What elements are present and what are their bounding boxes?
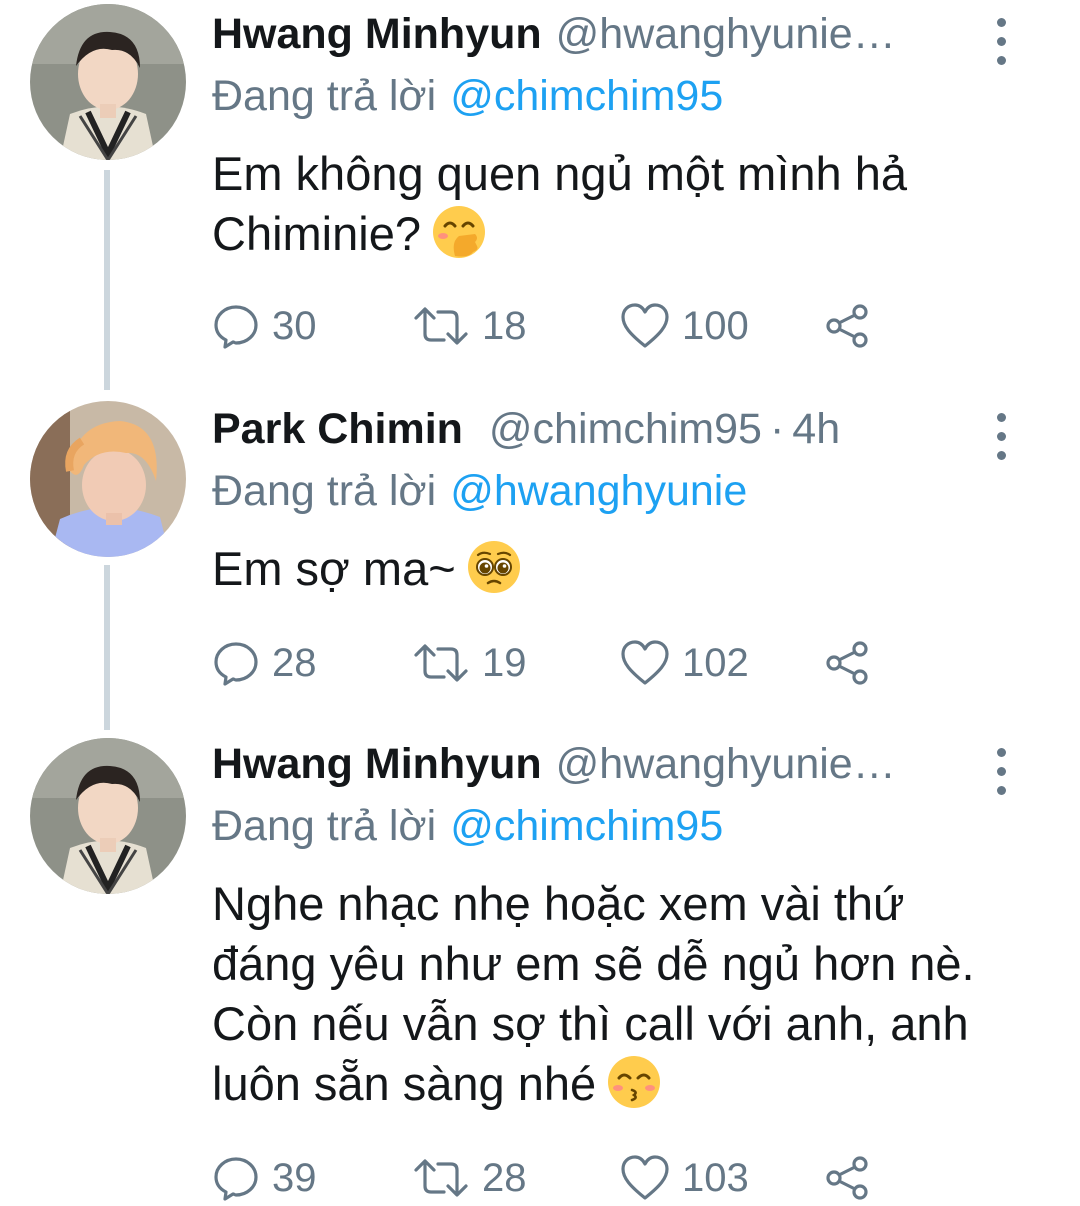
- timestamp[interactable]: 4h: [792, 405, 840, 454]
- pleading-face-emoji: [466, 539, 522, 609]
- share-button[interactable]: [824, 635, 884, 691]
- mention-link[interactable]: @chimchim95: [450, 802, 723, 850]
- tweet-text-content: Em sợ ma~: [212, 542, 456, 595]
- like-icon: [621, 303, 669, 348]
- retweet-button[interactable]: 18: [412, 298, 527, 354]
- more-options-icon[interactable]: [994, 748, 1008, 796]
- avatar[interactable]: [30, 401, 186, 557]
- tweet[interactable]: Hwang Minhyun @hwanghyunie… Đang trả lời…: [0, 730, 1080, 1201]
- like-button[interactable]: 102: [620, 635, 749, 691]
- like-button[interactable]: 100: [620, 298, 749, 354]
- retweet-button[interactable]: 19: [412, 635, 527, 691]
- tweet-actions: 30 18 100: [212, 298, 912, 354]
- display-name[interactable]: Park Chimin: [212, 405, 463, 454]
- avatar[interactable]: [30, 4, 186, 160]
- reply-icon: [214, 1157, 258, 1201]
- replying-to: Đang trả lời @hwanghyunie: [212, 467, 747, 516]
- replying-to: Đang trả lời @chimchim95: [212, 802, 723, 851]
- tweet-header: Park Chimin @chimchim95 · 4h: [212, 405, 1020, 465]
- retweet-button[interactable]: 28: [412, 1150, 527, 1206]
- separator-dot: ·: [769, 405, 785, 453]
- user-handle[interactable]: @hwanghyunie…: [556, 740, 896, 789]
- like-button[interactable]: 103: [620, 1150, 749, 1206]
- avatar[interactable]: [30, 738, 186, 894]
- tweet-text: Nghe nhạc nhẹ hoặc xem vài thứ đáng yêu …: [212, 874, 1012, 1124]
- more-options-icon[interactable]: [994, 413, 1008, 461]
- user-handle[interactable]: @chimchim95: [489, 405, 762, 454]
- tweet-actions: 28 19 102: [212, 635, 912, 691]
- like-icon: [621, 1155, 669, 1200]
- replying-label: Đang trả lời: [212, 802, 437, 850]
- tweet-header: Hwang Minhyun @hwanghyunie…: [212, 740, 1020, 800]
- like-count: 100: [682, 303, 749, 348]
- reply-icon: [214, 305, 258, 349]
- tweet-text-content: Em không quen ngủ một mình hả Chiminie?: [212, 147, 907, 260]
- share-button[interactable]: [824, 1150, 884, 1206]
- like-count: 102: [682, 640, 749, 685]
- mention-link[interactable]: @hwanghyunie: [450, 467, 747, 515]
- tweet[interactable]: Park Chimin @chimchim95 · 4h Đang trả lờ…: [0, 395, 1080, 730]
- tweet-text: Em sợ ma~: [212, 539, 1032, 609]
- replying-to: Đang trả lời @chimchim95: [212, 72, 723, 121]
- share-icon: [826, 304, 868, 348]
- reply-count: 30: [272, 303, 317, 348]
- retweet-count: 28: [482, 1155, 527, 1200]
- face-with-hand-over-mouth-emoji: [431, 204, 487, 274]
- kissing-face-with-smiling-eyes-emoji: [606, 1054, 662, 1124]
- tweet-actions: 39 28 103: [212, 1150, 912, 1206]
- more-options-icon[interactable]: [994, 18, 1008, 66]
- like-icon: [621, 640, 669, 685]
- reply-count: 39: [272, 1155, 317, 1200]
- retweet-count: 19: [482, 640, 527, 685]
- retweet-icon: [414, 307, 468, 345]
- tweet-text: Em không quen ngủ một mình hả Chiminie?: [212, 144, 1032, 274]
- reply-button[interactable]: 30: [212, 298, 317, 354]
- reply-button[interactable]: 28: [212, 635, 317, 691]
- retweet-icon: [414, 644, 468, 682]
- tweet-header: Hwang Minhyun @hwanghyunie…: [212, 10, 1020, 70]
- tweet[interactable]: Hwang Minhyun @hwanghyunie… Đang trả lời…: [0, 0, 1080, 390]
- retweet-count: 18: [482, 303, 527, 348]
- share-icon: [826, 1156, 868, 1200]
- display-name[interactable]: Hwang Minhyun: [212, 10, 542, 59]
- like-count: 103: [682, 1155, 749, 1200]
- tweet-text-content: Nghe nhạc nhẹ hoặc xem vài thứ đáng yêu …: [212, 877, 975, 1110]
- retweet-icon: [414, 1159, 468, 1197]
- display-name[interactable]: Hwang Minhyun: [212, 740, 542, 789]
- user-handle[interactable]: @hwanghyunie…: [556, 10, 896, 59]
- reply-icon: [214, 642, 258, 686]
- reply-button[interactable]: 39: [212, 1150, 317, 1206]
- share-button[interactable]: [824, 298, 884, 354]
- mention-link[interactable]: @chimchim95: [450, 72, 723, 120]
- reply-count: 28: [272, 640, 317, 685]
- replying-label: Đang trả lời: [212, 467, 437, 515]
- replying-label: Đang trả lời: [212, 72, 437, 120]
- share-icon: [826, 641, 868, 685]
